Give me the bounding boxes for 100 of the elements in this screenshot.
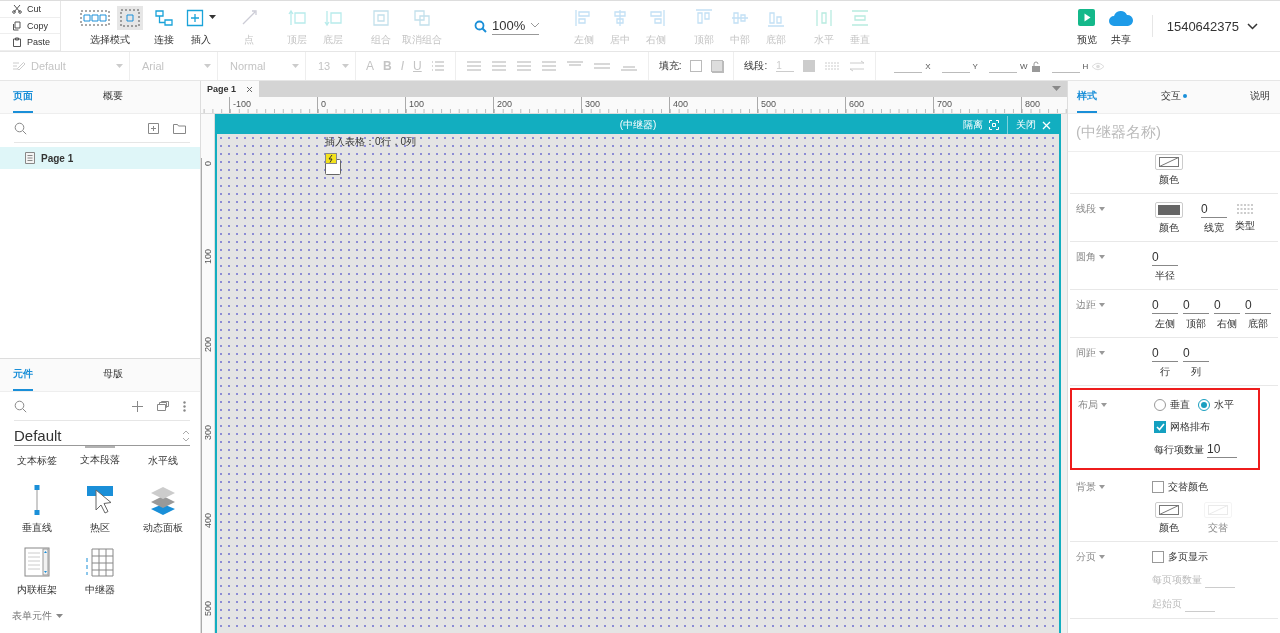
editor-title: (中继器) [619, 118, 657, 132]
clipboard-button[interactable]: Cut [0, 1, 60, 18]
select-mode-button[interactable] [117, 5, 143, 30]
account-menu[interactable]: 1540642375 [1166, 1, 1258, 51]
panel-tab[interactable]: 交互 [1160, 81, 1187, 113]
text-align-icon [515, 60, 532, 72]
line-color-swatch[interactable] [803, 60, 816, 72]
number-field[interactable]: 0 [1214, 298, 1240, 314]
panel-tab[interactable]: 说明 [1250, 81, 1270, 113]
vertical-ruler: 0 100 200 300 400 500 [201, 114, 215, 633]
section-toggle[interactable]: 分页 [1076, 550, 1105, 564]
number-field[interactable]: 0 [1152, 346, 1178, 362]
field-label: Y [972, 61, 978, 71]
field-label: 每页项数量 [1152, 573, 1202, 587]
fill-color-swatch[interactable] [690, 60, 703, 72]
search-icon [474, 19, 487, 33]
page-item[interactable]: Page 1 [0, 147, 200, 169]
search-icon[interactable] [14, 399, 27, 413]
document-tab[interactable]: Page 1 [201, 81, 260, 97]
plus-icon[interactable] [132, 400, 143, 412]
widget-item[interactable]: 动态面板 [131, 476, 194, 538]
more-icon[interactable] [183, 400, 186, 412]
panel-tab[interactable]: 母版 [103, 359, 123, 391]
line-style-icon[interactable] [1236, 202, 1254, 216]
caret-icon [1099, 351, 1105, 355]
radio-button[interactable]: 水平 [1198, 398, 1234, 412]
section-toggle[interactable]: 边距 [1076, 298, 1105, 312]
checkbox[interactable]: 多页显示 [1152, 550, 1208, 564]
list-icon [430, 60, 445, 72]
shadow-swatch[interactable] [711, 60, 724, 72]
widget-item[interactable]: 水平线 [131, 446, 194, 476]
color-swatch[interactable] [1155, 202, 1183, 218]
clipboard-button[interactable]: Copy [0, 17, 60, 35]
toolbar-button[interactable]: 连接 [147, 1, 181, 51]
focus-frame-icon [989, 120, 999, 130]
library-section-toggle[interactable]: 表单元件 [12, 609, 63, 623]
text-align-icon [465, 60, 482, 72]
number-field[interactable]: 0 [1152, 250, 1178, 266]
caret-icon [1099, 555, 1105, 559]
section-toggle[interactable]: 线段 [1076, 202, 1105, 216]
repeater-hint: 插入表格：0行，0列 [325, 135, 417, 149]
number-field[interactable]: 0 [1245, 298, 1271, 314]
windows-icon[interactable] [157, 401, 169, 411]
chevron-icon [531, 22, 540, 28]
section-toggle[interactable]: 间距 [1076, 346, 1105, 360]
paragraph-icon-edge [85, 445, 115, 448]
text-align-icon [490, 60, 507, 72]
field-label: 列 [1191, 365, 1201, 379]
add-page-icon[interactable] [148, 122, 159, 134]
field-label: 行 [1160, 365, 1170, 379]
close-icon [1042, 120, 1051, 130]
checkbox[interactable]: 交替颜色 [1152, 480, 1208, 494]
widget-item[interactable]: 中继器 [68, 538, 132, 600]
search-icon[interactable] [14, 121, 27, 135]
library-dropdown[interactable]: Default [14, 427, 190, 446]
scissors-icon [12, 3, 22, 14]
repeater-widget-icon[interactable] [325, 153, 341, 175]
caret-icon[interactable] [1052, 86, 1061, 92]
number-field[interactable]: 0 [1152, 298, 1178, 314]
widget-item[interactable]: 垂直线 [6, 476, 69, 538]
eye-icon [1091, 61, 1106, 71]
toolbar-button[interactable]: 共享 [1103, 1, 1138, 51]
caret-icon [1099, 303, 1105, 307]
checkmark-icon [1155, 423, 1165, 431]
widget-item[interactable]: 热区 [68, 476, 132, 538]
number-field[interactable]: 0 [1183, 298, 1209, 314]
lock-icon [1030, 60, 1041, 72]
color-swatch[interactable] [1155, 502, 1183, 518]
toolbar-button[interactable]: 预览 [1069, 1, 1104, 51]
clipboard-button[interactable]: Paste [0, 34, 60, 51]
no-fill-icon [1159, 505, 1179, 515]
tool-label: 选择模式 [90, 32, 130, 47]
panel-tab[interactable]: 概要 [103, 81, 123, 113]
color-swatch[interactable] [1155, 154, 1183, 170]
number-field[interactable]: 10 [1207, 442, 1237, 458]
field-label: 颜色 [1159, 521, 1179, 535]
widget-item[interactable]: 文本段落 [68, 446, 132, 476]
table-grid-icon [85, 546, 115, 578]
widget-item[interactable]: 文本标签 [6, 446, 69, 476]
widget-item[interactable]: 内联框架 [6, 538, 69, 600]
copy-icon [12, 20, 22, 31]
fill-label: 填充: [658, 59, 682, 73]
pen-icon [12, 60, 26, 72]
section-toggle[interactable]: 布局 [1078, 398, 1107, 412]
toolbar-button[interactable]: 插入 [183, 1, 218, 51]
section-toggle[interactable]: 背景 [1076, 480, 1105, 494]
cloud-icon [1107, 8, 1134, 27]
group-icon [371, 7, 391, 28]
folder-icon[interactable] [173, 122, 186, 134]
number-field[interactable]: 0 [1183, 346, 1209, 362]
close-icon[interactable] [246, 85, 254, 93]
field-label: 每行项数量 [1154, 443, 1204, 457]
checkbox[interactable]: 网格排布 [1154, 420, 1210, 434]
section-toggle[interactable]: 圆角 [1076, 250, 1105, 264]
number-field[interactable]: 0 [1201, 202, 1227, 218]
field-label: 左侧 [1155, 317, 1175, 331]
line-label: 线段: [744, 59, 768, 73]
field-label: 底部 [1248, 317, 1268, 331]
zoom-dropdown[interactable]: 100% [492, 17, 540, 35]
radio-button[interactable]: 垂直 [1154, 398, 1190, 412]
